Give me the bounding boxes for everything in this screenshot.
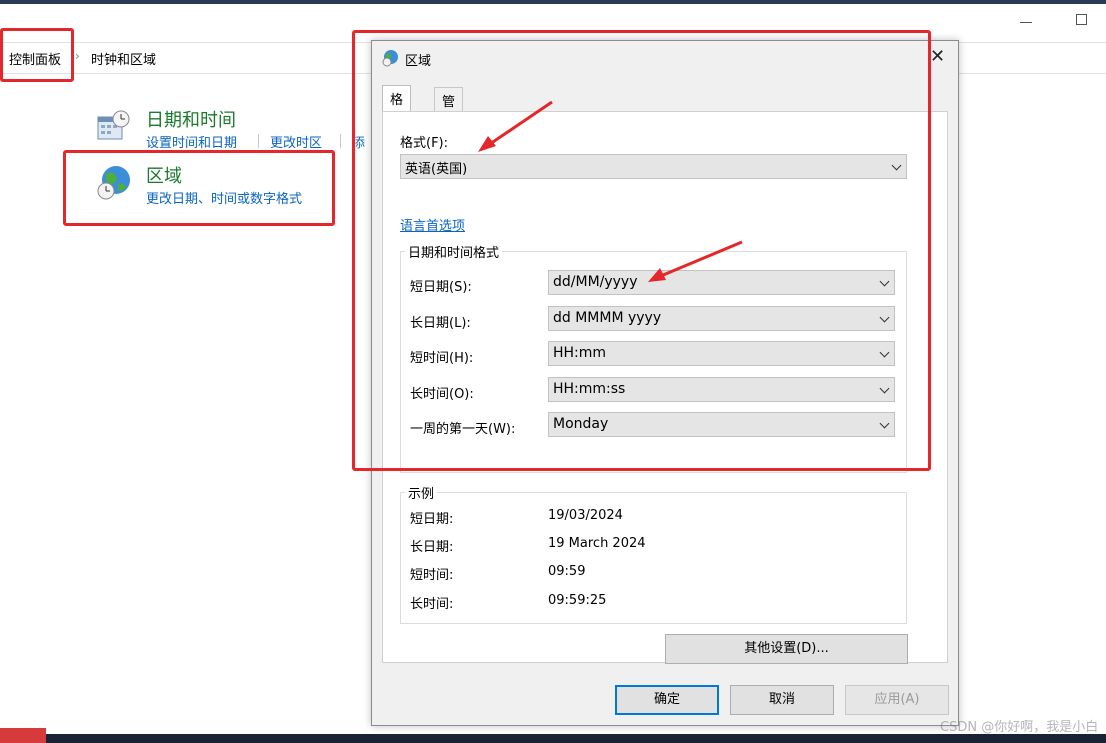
example-long-time-value: 09:59:25 <box>548 593 607 608</box>
watermark: CSDN @你好啊，我是小白 <box>940 720 1099 735</box>
breadcrumb-clock-region[interactable]: 时钟和区域 <box>91 49 156 68</box>
ok-button[interactable]: 确定 <box>615 685 719 715</box>
change-timezone-link[interactable]: 更改时区 <box>270 132 322 151</box>
example-short-time-label: 短时间: <box>410 568 454 583</box>
example-long-time-label: 长时间: <box>410 597 454 612</box>
example-long-date-label: 长日期: <box>410 540 454 555</box>
annotation-box-region <box>63 150 335 226</box>
taskbar-thumbnail <box>0 728 46 743</box>
apply-button[interactable]: 应用(A) <box>845 685 949 715</box>
examples-legend: 示例 <box>405 483 438 502</box>
example-short-time-value: 09:59 <box>548 564 586 579</box>
close-icon[interactable]: ✕ <box>930 46 945 67</box>
examples-group <box>400 492 907 624</box>
link-divider <box>340 134 341 148</box>
annotation-arrow-icon <box>478 100 553 152</box>
breadcrumb-separator-icon: › <box>75 49 80 63</box>
example-short-date-label: 短日期: <box>410 512 454 527</box>
taskbar <box>0 734 1106 743</box>
datetime-title[interactable]: 日期和时间 <box>146 106 236 132</box>
cancel-button[interactable]: 取消 <box>730 685 834 715</box>
annotation-box-breadcrumb <box>0 28 74 82</box>
maximize-icon[interactable] <box>1076 14 1087 25</box>
other-settings-button[interactable]: 其他设置(D)... <box>665 634 908 664</box>
example-short-date-value: 19/03/2024 <box>548 508 623 523</box>
minimize-icon[interactable] <box>1020 22 1032 23</box>
link-divider <box>258 134 259 148</box>
example-long-date-value: 19 March 2024 <box>548 536 646 551</box>
annotation-arrow-icon <box>648 240 743 282</box>
set-time-date-link[interactable]: 设置时间和日期 <box>146 132 237 151</box>
calendar-clock-icon <box>97 110 130 140</box>
